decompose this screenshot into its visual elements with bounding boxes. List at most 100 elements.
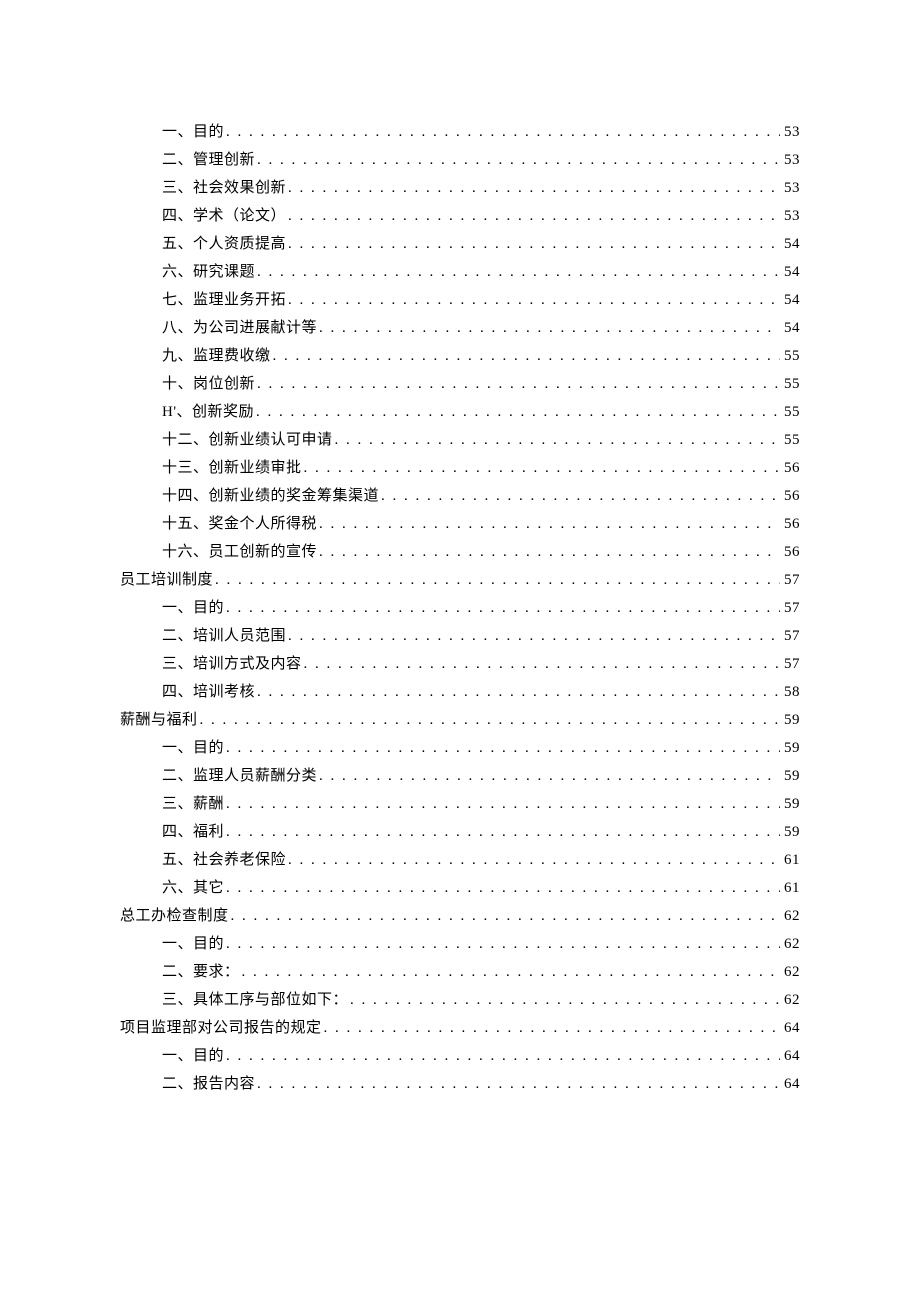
toc-entry: 一、目的 59 (162, 736, 800, 760)
toc-leader-dots (215, 568, 780, 592)
toc-entry-title: 八、为公司进展献计等 (162, 316, 317, 340)
toc-entry-page: 62 (782, 960, 800, 984)
toc-leader-dots (319, 764, 780, 788)
toc-entry: 一、目的57 (162, 596, 800, 620)
toc-leader-dots (200, 708, 780, 732)
toc-entry-title: H'、创新奖励 (162, 400, 254, 424)
toc-entry-title: 九、监理费收缴 (162, 344, 271, 368)
toc-entry-page: 57 (782, 568, 800, 592)
toc-entry-title: 十四、创新业绩的奖金筹集渠道 (162, 484, 379, 508)
toc-entry-title: 三、培训方式及内容 (162, 652, 302, 676)
toc-entry-title: 员工培训制度 (120, 568, 213, 592)
toc-leader-dots (304, 456, 780, 480)
toc-leader-dots (381, 484, 780, 508)
toc-entry: 一、目的64 (162, 1044, 800, 1068)
toc-entry: H'、创新奖励 55 (162, 400, 800, 424)
toc-entry-page: 54 (782, 288, 800, 312)
toc-entry: 九、监理费收缴 55 (162, 344, 800, 368)
toc-entry-page: 59 (782, 792, 800, 816)
toc-entry-page: 54 (782, 232, 800, 256)
toc-entry-title: 二、培训人员范围 (162, 624, 286, 648)
toc-entry-title: 五、个人资质提高 (162, 232, 286, 256)
toc-leader-dots (256, 400, 780, 424)
toc-entry-page: 56 (782, 456, 800, 480)
toc-leader-dots (226, 1044, 780, 1068)
toc-entry-page: 64 (782, 1016, 800, 1040)
toc-entry-title: 十六、员工创新的宣传 (162, 540, 317, 564)
toc-leader-dots (226, 596, 780, 620)
toc-entry: 二、要求：62 (162, 960, 800, 984)
toc-entry-title: 十三、创新业绩审批 (162, 456, 302, 480)
toc-entry-title: 四、福利 (162, 820, 224, 844)
toc-entry-page: 55 (782, 372, 800, 396)
toc-leader-dots (288, 288, 780, 312)
toc-leader-dots (231, 904, 780, 928)
toc-entry-page: 56 (782, 512, 800, 536)
toc-leader-dots (324, 1016, 780, 1040)
toc-entry-page: 55 (782, 428, 800, 452)
toc-entry: 十四、创新业绩的奖金筹集渠道56 (162, 484, 800, 508)
toc-entry-title: 四、培训考核 (162, 680, 255, 704)
toc-entry-page: 59 (782, 736, 800, 760)
toc-entry-title: 七、监理业务开拓 (162, 288, 286, 312)
toc-entry-title: 项目监理部对公司报告的规定 (120, 1016, 322, 1040)
toc-leader-dots (304, 652, 780, 676)
toc-entry-title: 三、社会效果创新 (162, 176, 286, 200)
toc-entry-title: 薪酬与福利 (120, 708, 198, 732)
toc-entry: 三、培训方式及内容57 (162, 652, 800, 676)
toc-entry-title: 一、目的 (162, 596, 224, 620)
toc-entry: 十、岗位创新55 (162, 372, 800, 396)
toc-entry-page: 62 (782, 904, 800, 928)
toc-entry-page: 64 (782, 1072, 800, 1096)
toc-leader-dots (242, 960, 780, 984)
toc-leader-dots (257, 680, 780, 704)
toc-entry: 五、社会养老保险 61 (162, 848, 800, 872)
toc-entry: 六、其它61 (162, 876, 800, 900)
toc-entry-page: 54 (782, 316, 800, 340)
toc-entry: 员工培训制度 57 (120, 568, 800, 592)
toc-leader-dots (257, 148, 780, 172)
toc-entry: 项目监理部对公司报告的规定 64 (120, 1016, 800, 1040)
toc-leader-dots (288, 624, 780, 648)
toc-entry: 四、学术（论文） 53 (162, 204, 800, 228)
toc-leader-dots (257, 372, 780, 396)
toc-entry-page: 61 (782, 848, 800, 872)
toc-entry: 四、培训考核58 (162, 680, 800, 704)
toc-entry-page: 55 (782, 400, 800, 424)
toc-entry: 七、监理业务开拓 54 (162, 288, 800, 312)
toc-entry-page: 53 (782, 204, 800, 228)
toc-leader-dots (226, 736, 780, 760)
toc-leader-dots (335, 428, 780, 452)
toc-leader-dots (226, 792, 780, 816)
toc-entry: 八、为公司进展献计等 54 (162, 316, 800, 340)
toc-leader-dots (319, 316, 780, 340)
toc-entry-title: 五、社会养老保险 (162, 848, 286, 872)
toc-leader-dots (226, 820, 780, 844)
toc-entry: 五、个人资质提高 54 (162, 232, 800, 256)
toc-entry-page: 57 (782, 624, 800, 648)
toc-entry-page: 59 (782, 708, 800, 732)
toc-entry: 十三、创新业绩审批 56 (162, 456, 800, 480)
toc-entry: 二、监理人员薪酬分类 59 (162, 764, 800, 788)
toc-entry: 总工办检查制度62 (120, 904, 800, 928)
toc-entry-page: 62 (782, 932, 800, 956)
toc-entry: 三、具体工序与部位如下：62 (162, 988, 800, 1012)
toc-entry: 薪酬与福利 59 (120, 708, 800, 732)
toc-entry-page: 59 (782, 820, 800, 844)
toc-entry-title: 二、监理人员薪酬分类 (162, 764, 317, 788)
toc-leader-dots (350, 988, 780, 1012)
toc-leader-dots (319, 540, 780, 564)
toc-entry-page: 59 (782, 764, 800, 788)
toc-entry-title: 一、目的 (162, 736, 224, 760)
toc-entry: 一、目的62 (162, 932, 800, 956)
toc-entry-title: 四、学术（论文） (162, 204, 286, 228)
toc-leader-dots (288, 176, 780, 200)
toc-leader-dots (273, 344, 780, 368)
toc-entry-page: 62 (782, 988, 800, 1012)
toc-entry-page: 53 (782, 176, 800, 200)
toc-entry: 六、研究课题54 (162, 260, 800, 284)
toc-entry-page: 55 (782, 344, 800, 368)
toc-leader-dots (288, 204, 780, 228)
toc-leader-dots (288, 232, 780, 256)
toc-entry: 四、福利 59 (162, 820, 800, 844)
